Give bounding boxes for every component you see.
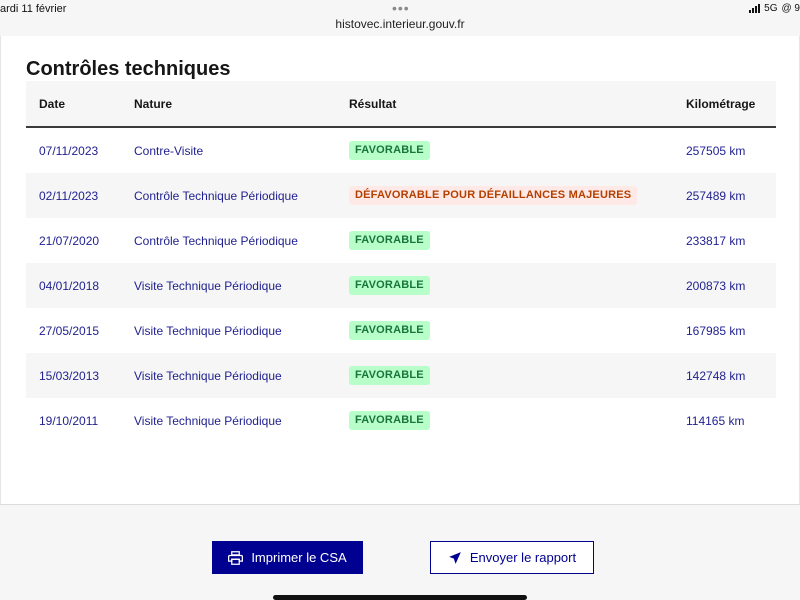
row-nature: Contrôle Technique Périodique	[134, 233, 298, 248]
section-title: Contrôles techniques	[26, 58, 231, 80]
home-indicator[interactable]	[273, 595, 527, 600]
header-date: Date	[39, 96, 66, 111]
paper-plane-icon	[449, 551, 461, 564]
table-row: 04/01/2018 Visite Technique Périodique F…	[26, 263, 776, 308]
print-csa-button[interactable]: Imprimer le CSA	[212, 541, 363, 574]
network-type: 5G	[764, 3, 778, 14]
row-km: 233817 km	[686, 233, 746, 248]
row-km: 257505 km	[686, 143, 746, 158]
status-badge: FAVORABLE	[349, 366, 430, 385]
row-nature: Visite Technique Périodique	[134, 368, 282, 383]
status-badge: FAVORABLE	[349, 411, 430, 430]
row-date: 21/07/2020	[39, 233, 100, 248]
table-row: 27/05/2015 Visite Technique Périodique F…	[26, 308, 776, 353]
header-result: Résultat	[349, 96, 397, 111]
print-button-label: Imprimer le CSA	[251, 550, 347, 565]
status-badge: FAVORABLE	[349, 141, 430, 160]
table-row: 19/10/2011 Visite Technique Périodique F…	[26, 398, 776, 443]
status-extra: @ 9	[781, 3, 800, 14]
row-km: 167985 km	[686, 323, 746, 338]
row-date: 04/01/2018	[39, 278, 100, 293]
row-date: 02/11/2023	[39, 188, 99, 203]
row-date: 27/05/2015	[39, 323, 100, 338]
table-row: 15/03/2013 Visite Technique Périodique F…	[26, 353, 776, 398]
row-nature: Visite Technique Périodique	[134, 278, 282, 293]
row-km: 257489 km	[686, 188, 746, 203]
row-km: 142748 km	[686, 368, 746, 383]
table-row: 07/11/2023 Contre-Visite FAVORABLE 25750…	[26, 128, 776, 173]
status-badge: FAVORABLE	[349, 231, 430, 250]
header-nature: Nature	[134, 96, 173, 111]
row-date: 15/03/2013	[39, 368, 100, 383]
browser-menu-dots[interactable]: •••	[392, 0, 410, 16]
footer-actions: Imprimer le CSA Envoyer le rapport	[0, 506, 800, 600]
row-nature: Contre-Visite	[134, 143, 204, 158]
send-report-button[interactable]: Envoyer le rapport	[430, 541, 594, 574]
row-date: 07/11/2023	[39, 143, 99, 158]
row-km: 114165 km	[686, 413, 745, 428]
row-nature: Contrôle Technique Périodique	[134, 188, 298, 203]
status-badge: FAVORABLE	[349, 276, 430, 295]
row-date: 19/10/2011	[39, 413, 99, 428]
main-content: Contrôles techniques Date Nature Résulta…	[0, 36, 800, 505]
table-row: 21/07/2020 Contrôle Technique Périodique…	[26, 218, 776, 263]
table-header: Date Nature Résultat Kilométrage	[26, 81, 776, 128]
signal-icon	[749, 4, 761, 13]
row-km: 200873 km	[686, 278, 746, 293]
status-date: ardi 11 février	[0, 3, 67, 15]
send-button-label: Envoyer le rapport	[469, 550, 577, 565]
table-row: 02/11/2023 Contrôle Technique Périodique…	[26, 173, 776, 218]
status-indicators: 5G @ 9	[749, 3, 800, 14]
header-km: Kilométrage	[686, 96, 756, 111]
status-badge: FAVORABLE	[349, 321, 430, 340]
row-nature: Visite Technique Périodique	[134, 413, 282, 428]
status-bar: ardi 11 février ••• histovec.interieur.g…	[0, 0, 800, 36]
inspections-table: Date Nature Résultat Kilométrage 07/11/2…	[26, 81, 776, 443]
status-badge: DÉFAVORABLE POUR DÉFAILLANCES MAJEURES	[349, 186, 638, 205]
printer-icon	[228, 550, 244, 565]
row-nature: Visite Technique Périodique	[134, 323, 282, 338]
address-bar-url[interactable]: histovec.interieur.gouv.fr	[0, 17, 800, 31]
